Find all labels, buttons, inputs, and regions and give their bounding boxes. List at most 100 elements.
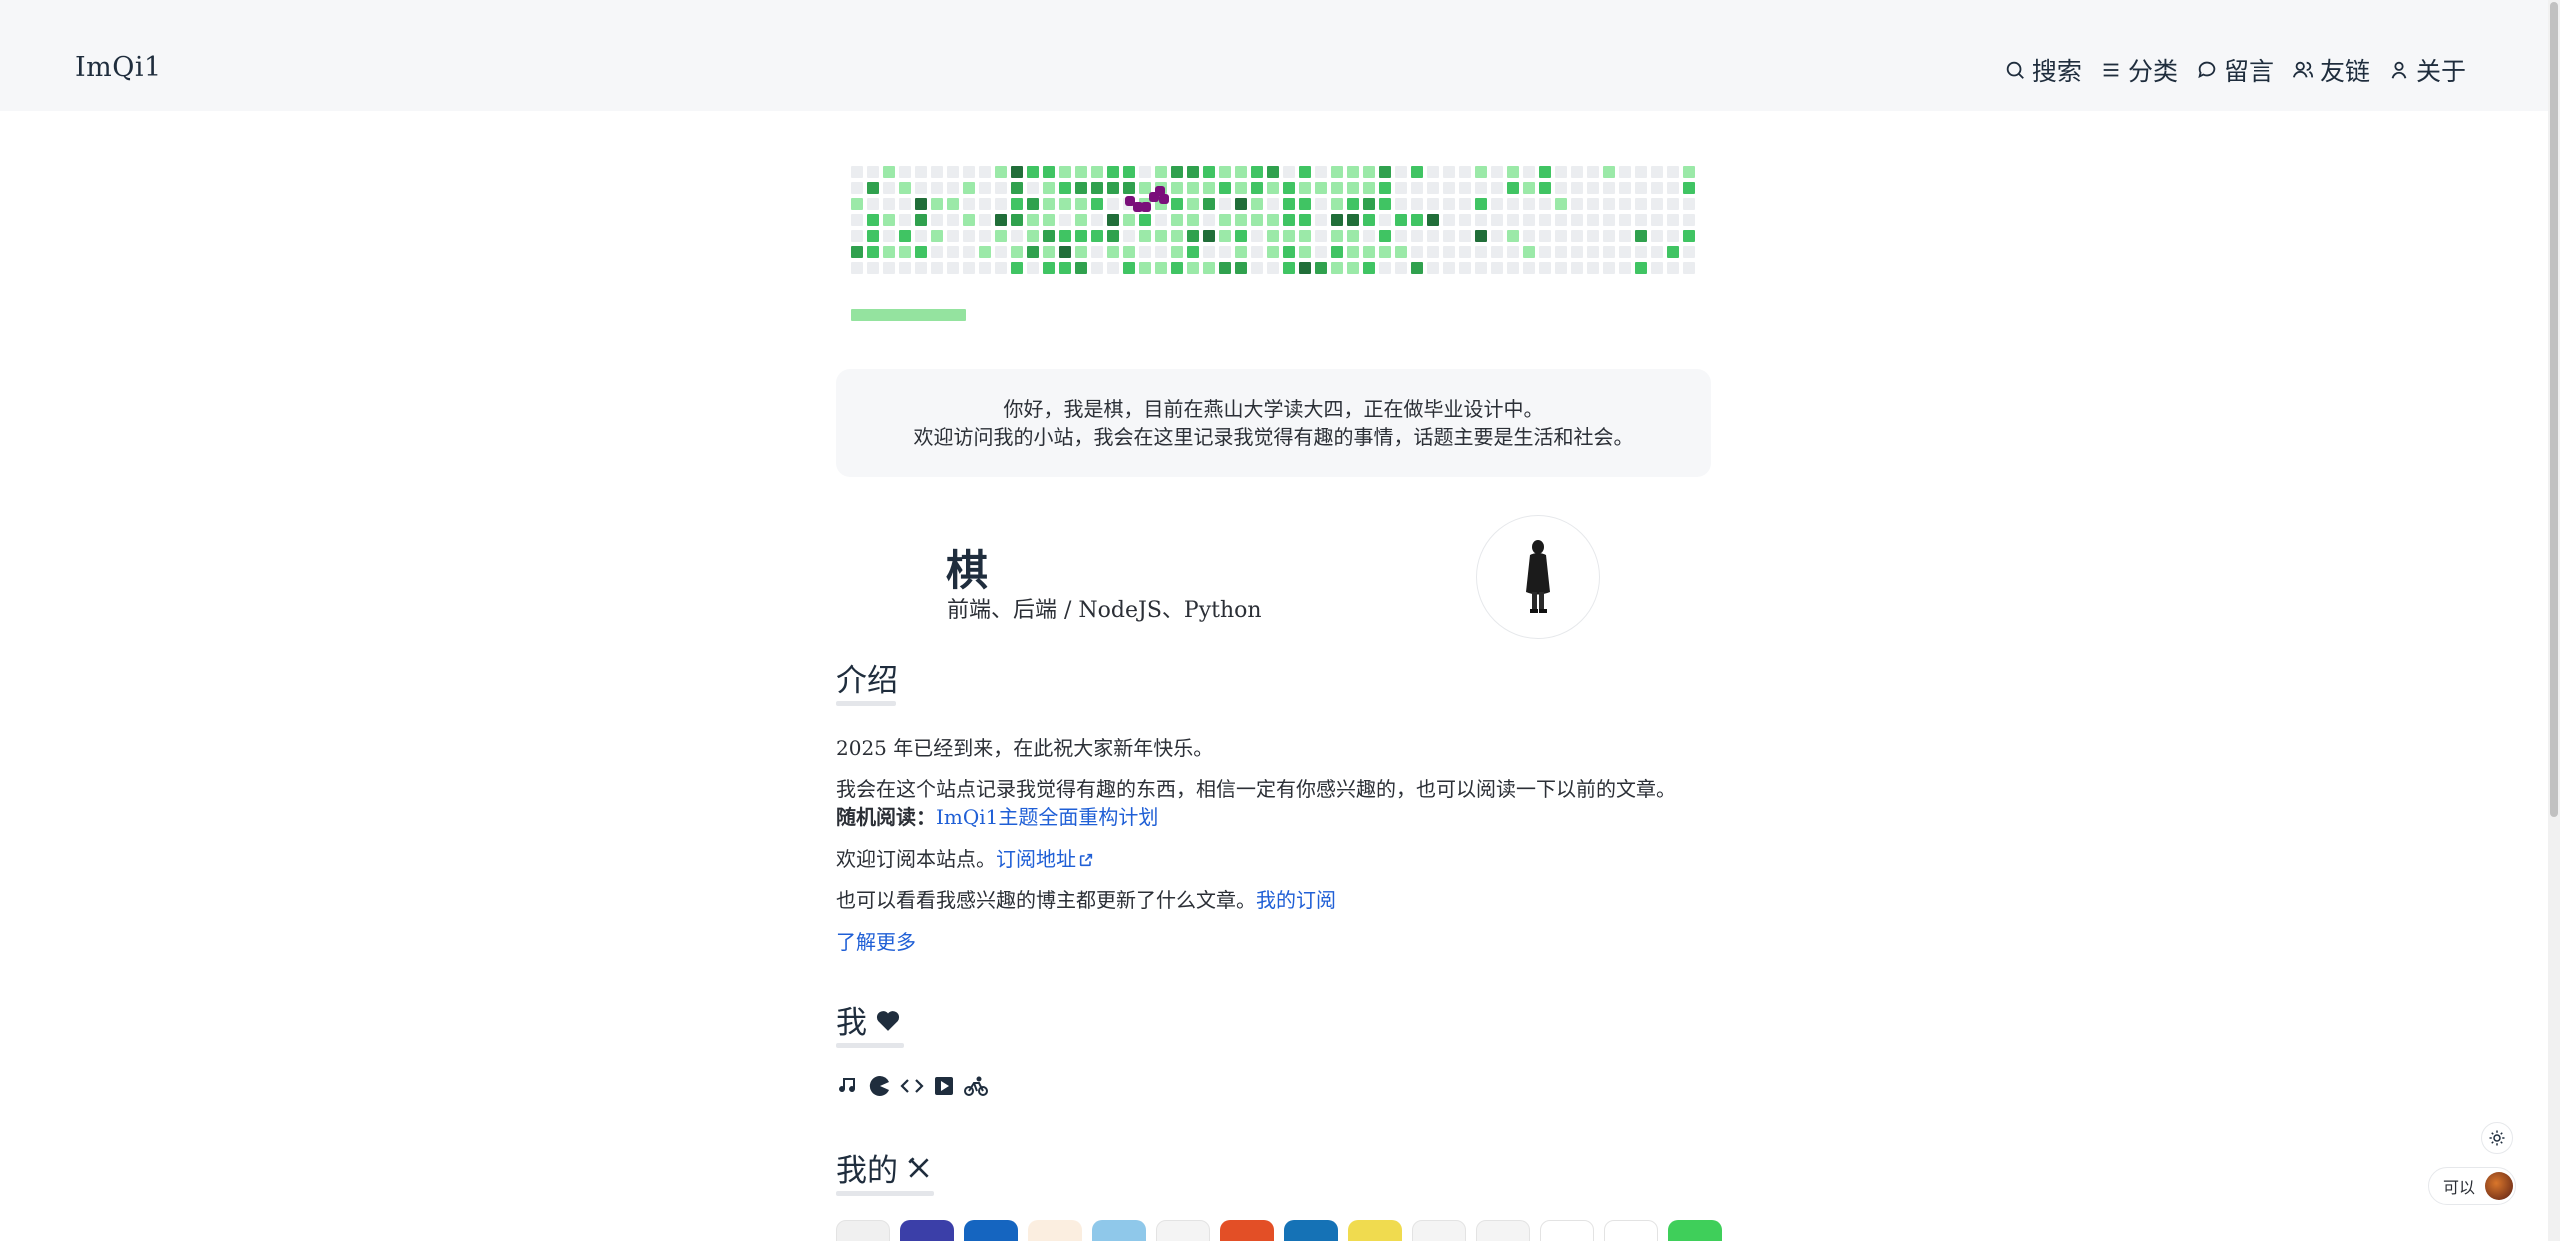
- heatmap-cell: [963, 182, 975, 194]
- heatmap-cell: [995, 166, 1007, 178]
- mysql-icon[interactable]: [1156, 1220, 1210, 1241]
- site-header: ImQi1 搜索 分类 留言 友链 关于: [0, 0, 2548, 111]
- profile-tags: 前端、后端 / NodeJS、Python: [947, 598, 1262, 623]
- heatmap-cell: [1331, 198, 1343, 210]
- nav-search[interactable]: 搜索: [2004, 52, 2082, 88]
- avatar-figure-icon: [1526, 540, 1550, 613]
- heatmap-cell: [1523, 262, 1535, 274]
- heatmap-cell: [1011, 198, 1023, 210]
- heatmap-cell: [915, 182, 927, 194]
- my-subs-link[interactable]: 我的订阅: [1256, 888, 1336, 912]
- heatmap-cell: [995, 246, 1007, 258]
- terminal-icon[interactable]: [1476, 1220, 1530, 1241]
- heatmap-cell: [1027, 214, 1039, 226]
- heatmap-cell: [1427, 182, 1439, 194]
- random-read-link[interactable]: ImQi1主题全面重构计划: [936, 805, 1158, 829]
- heatmap-cell: [1251, 246, 1263, 258]
- heatmap-cell: [1411, 262, 1423, 274]
- heatmap-cell: [1651, 230, 1663, 242]
- heatmap-cell: [883, 198, 895, 210]
- me-title: 我: [836, 1005, 867, 1041]
- regex-icon[interactable]: [836, 1220, 890, 1241]
- heatmap-cell: [1619, 214, 1631, 226]
- heatmap-cell: [867, 198, 879, 210]
- subscribe-link[interactable]: 订阅地址: [996, 847, 1094, 871]
- heatmap-cell: [1171, 262, 1183, 274]
- heatmap-cell: [1411, 182, 1423, 194]
- heatmap-cell: [1651, 198, 1663, 210]
- heatmap-cell: [1027, 230, 1039, 242]
- nav-categories[interactable]: 分类: [2100, 52, 2178, 88]
- heatmap-cell: [1283, 182, 1295, 194]
- heatmap-cell: [1027, 182, 1039, 194]
- heatmap-cell: [1123, 166, 1135, 178]
- heatmap-cell: [1379, 214, 1391, 226]
- heatmap-cell: [1443, 262, 1455, 274]
- heatmap-cell: [1059, 262, 1071, 274]
- scrollbar-thumb[interactable]: [2550, 2, 2558, 817]
- heatmap-cell: [867, 182, 879, 194]
- heatmap-cell: [1283, 198, 1295, 210]
- floating-user-chip[interactable]: 可以: [2428, 1167, 2516, 1205]
- page-scrollbar[interactable]: [2548, 0, 2560, 1241]
- theme-toggle-button[interactable]: [2481, 1122, 2513, 1154]
- heatmap-cell: [1267, 166, 1279, 178]
- heatmap-cell: [931, 182, 943, 194]
- heatmap-cell: [1635, 198, 1647, 210]
- app-icon[interactable]: [964, 1220, 1018, 1241]
- learn-more-link[interactable]: 了解更多: [836, 930, 916, 954]
- heatmap-cell: [1363, 166, 1375, 178]
- heatmap-cell: [1283, 246, 1295, 258]
- heatmap-cell: [915, 262, 927, 274]
- heatmap-cell: [1299, 230, 1311, 242]
- heatmap-cell: [1523, 230, 1535, 242]
- heatmap-cell: [867, 214, 879, 226]
- green-app-icon[interactable]: [1668, 1220, 1722, 1241]
- python-icon[interactable]: [1604, 1220, 1658, 1241]
- nav-about[interactable]: 关于: [2388, 52, 2466, 88]
- css3-icon[interactable]: [1284, 1220, 1338, 1241]
- site-brand[interactable]: ImQi1: [75, 52, 162, 83]
- plus-icon[interactable]: [1412, 1220, 1466, 1241]
- heatmap-cell: [995, 230, 1007, 242]
- fish-icon[interactable]: [1540, 1220, 1594, 1241]
- heatmap-cell: [1219, 166, 1231, 178]
- heatmap-cell: [899, 214, 911, 226]
- random-read-label: 随机阅读：: [836, 805, 936, 829]
- heatmap-cell: [1555, 214, 1567, 226]
- heatmap-cell: [1619, 182, 1631, 194]
- heatmap-cell: [1475, 262, 1487, 274]
- floating-user-label: 可以: [2443, 1178, 2476, 1197]
- nav-guestbook[interactable]: 留言: [2196, 52, 2274, 88]
- heatmap-cell: [1331, 166, 1343, 178]
- about-p1: 2025 年已经到来，在此祝大家新年快乐。: [836, 736, 1214, 760]
- app-icon[interactable]: [900, 1220, 954, 1241]
- heatmap-cell: [1203, 262, 1215, 274]
- heatmap-cell: [1075, 246, 1087, 258]
- heatmap-cell: [1011, 166, 1023, 178]
- nav-friends[interactable]: 友链: [2292, 52, 2370, 88]
- heatmap-cell: [1235, 262, 1247, 274]
- heatmap-cell: [1603, 262, 1615, 274]
- heatmap-cell: [931, 166, 943, 178]
- scala-icon[interactable]: [1028, 1220, 1082, 1241]
- search-icon: [2006, 61, 2024, 79]
- intro-line-1: 你好，我是棋，目前在燕山大学读大四，正在做毕业设计中。: [1003, 397, 1544, 421]
- html5-icon[interactable]: [1220, 1220, 1274, 1241]
- heatmap-cell: [963, 230, 975, 242]
- sqlite-icon[interactable]: [1092, 1220, 1146, 1241]
- heatmap-cell: [1571, 198, 1583, 210]
- heatmap-cell: [1667, 198, 1679, 210]
- js-icon[interactable]: [1348, 1220, 1402, 1241]
- heatmap-cell: [1635, 166, 1647, 178]
- heatmap-cell: [1171, 182, 1183, 194]
- heatmap-cell: [1475, 246, 1487, 258]
- heatmap-cell: [1587, 198, 1599, 210]
- heatmap-cell: [1667, 230, 1679, 242]
- heatmap-cell: [947, 246, 959, 258]
- heatmap-cell: [1427, 246, 1439, 258]
- heatmap-cell: [883, 262, 895, 274]
- heatmap-cell: [1443, 230, 1455, 242]
- heatmap-cell: [1411, 198, 1423, 210]
- heatmap-cell: [1411, 166, 1423, 178]
